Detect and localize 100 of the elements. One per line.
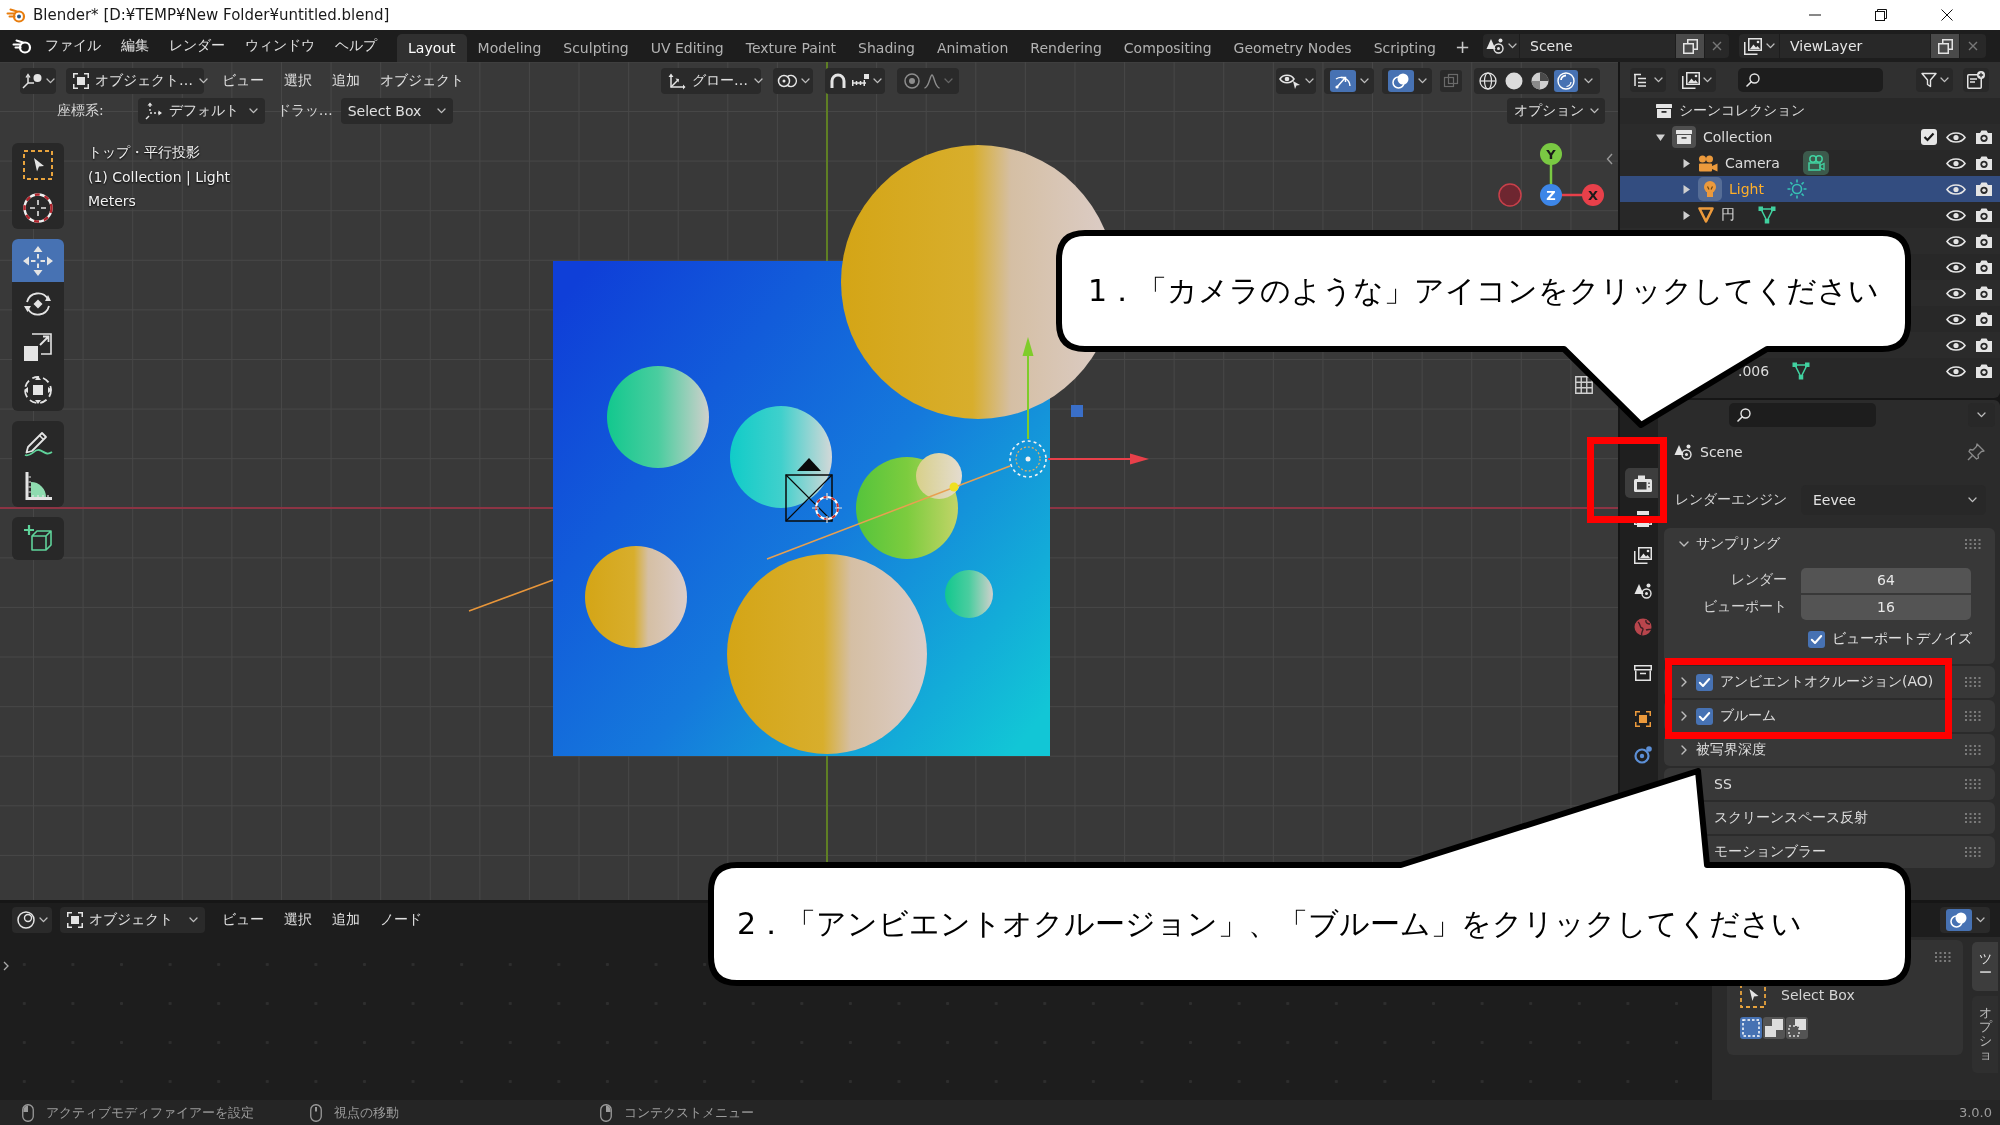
grid-icon[interactable] [1575, 376, 1593, 394]
properties-tab[interactable] [1625, 468, 1658, 498]
view-layer-name-field[interactable]: ViewLayer [1780, 34, 1930, 58]
overlay-toggle-button[interactable] [1940, 907, 1990, 933]
camera-icon[interactable] [1975, 181, 1993, 197]
checkbox[interactable] [1808, 630, 1825, 648]
sidebar-tab[interactable]: ツー [1972, 942, 1998, 991]
gizmo-arrows-icon[interactable] [1329, 70, 1356, 92]
overlay-toggle-button[interactable] [1382, 68, 1432, 94]
orientation-dropdown[interactable]: デフォルト [137, 98, 265, 124]
workspace-tab[interactable]: UV Editing [639, 34, 735, 62]
snap-toggle-button[interactable] [825, 68, 885, 94]
number-field[interactable]: 16 [1801, 594, 1971, 620]
shading-button[interactable] [1554, 70, 1578, 92]
scene-browse-button[interactable] [1483, 34, 1519, 58]
outliner-row[interactable]: Light [1620, 176, 2000, 202]
camera-object[interactable] [785, 458, 833, 522]
menu-item[interactable]: 追加 [322, 907, 370, 933]
panel-header[interactable]: SS [1664, 768, 1995, 800]
options-dropdown[interactable]: オプション [1507, 98, 1605, 124]
eye-icon[interactable] [1946, 260, 1966, 274]
number-field[interactable]: 64 [1801, 567, 1971, 593]
menu-item[interactable]: ビュー [212, 907, 274, 933]
filter-button[interactable] [1916, 68, 1953, 92]
light-object[interactable] [1009, 440, 1047, 478]
camera-icon[interactable] [1975, 129, 1993, 145]
eye-icon[interactable] [1946, 156, 1966, 170]
eye-icon[interactable] [1946, 130, 1966, 144]
workspace-tab[interactable]: Modeling [466, 34, 553, 62]
eye-icon[interactable] [1946, 338, 1966, 352]
camera-icon[interactable] [1975, 337, 1993, 353]
menu-item[interactable]: ファイル [35, 33, 111, 59]
menu-item[interactable]: レンダー [159, 33, 235, 59]
menu-item[interactable]: ビュー [212, 68, 274, 94]
checkbox[interactable] [1696, 707, 1713, 725]
add-workspace-button[interactable]: + [1446, 33, 1478, 59]
pivot-dropdown[interactable] [773, 68, 813, 94]
disclosure-triangle-icon[interactable] [1682, 184, 1691, 194]
chevron-right-icon[interactable] [3, 961, 9, 971]
menu-item[interactable]: ウィンドウ [235, 33, 325, 59]
camera-icon[interactable] [1975, 207, 1993, 223]
disclosure-triangle-icon[interactable] [1656, 132, 1665, 142]
selection-mode-button[interactable] [1786, 1017, 1808, 1039]
workspace-tab[interactable]: Texture Paint [734, 34, 848, 62]
axis-handle[interactable]: Z [1540, 184, 1562, 206]
selection-mode-button[interactable] [1740, 1017, 1762, 1039]
visibility-dropdown[interactable] [1276, 68, 1316, 94]
mode-dropdown[interactable]: オブジェクト [60, 907, 205, 933]
checkbox[interactable] [1921, 129, 1937, 145]
menu-item[interactable]: 追加 [322, 68, 370, 94]
camera-icon[interactable] [1975, 233, 1993, 249]
chevron-left-icon[interactable] [1606, 153, 1613, 165]
menu-item[interactable]: ノード [370, 907, 432, 933]
workspace-tab[interactable]: Animation [925, 34, 1020, 62]
workspace-tab[interactable]: Geometry Nodes [1222, 34, 1363, 62]
workspace-tab[interactable]: Rendering [1019, 34, 1113, 62]
proportional-edit-button[interactable] [897, 68, 959, 94]
scene-name-field[interactable]: Scene [1520, 34, 1675, 58]
new-collection-button[interactable] [1963, 68, 1989, 92]
menu-item[interactable]: ヘルプ [325, 33, 387, 59]
overlay-circles-icon[interactable] [1945, 909, 1972, 931]
eye-icon[interactable] [1946, 234, 1966, 248]
panel-header[interactable]: サンプリング [1664, 528, 1995, 560]
blender-logo-icon[interactable] [12, 38, 32, 54]
workspace-tab[interactable]: Sculpting [552, 34, 640, 62]
search-field[interactable] [1738, 68, 1883, 92]
gizmo-toggle-button[interactable] [1324, 68, 1374, 94]
checkbox[interactable] [1696, 673, 1713, 691]
overlay-circles-icon[interactable] [1387, 70, 1414, 92]
filter-layer-button[interactable] [1678, 68, 1716, 92]
new-scene-button[interactable] [1676, 34, 1704, 58]
view-layer-browse-button[interactable] [1739, 34, 1779, 58]
gizmo-handle[interactable] [1071, 405, 1083, 417]
panel-header[interactable]: アンビエントオクルージョン(AO) [1664, 666, 1995, 698]
delete-view-layer-button[interactable] [1960, 34, 1986, 58]
disclosure-triangle-icon[interactable] [1682, 158, 1691, 168]
disclosure-triangle-icon[interactable] [1682, 210, 1691, 220]
panel-header[interactable]: ブルーム [1664, 700, 1995, 732]
xray-squares-icon[interactable] [1440, 70, 1462, 92]
delete-scene-button[interactable] [1705, 34, 1729, 58]
workspace-tab[interactable]: Shading [847, 34, 926, 62]
orientation-dropdown[interactable]: グロー… [661, 68, 761, 94]
menu-item[interactable]: 編集 [111, 33, 159, 59]
menu-item[interactable]: 選択 [274, 907, 322, 933]
camera-icon[interactable] [1975, 285, 1993, 301]
camera-icon[interactable] [1975, 311, 1993, 327]
new-view-layer-button[interactable] [1931, 34, 1959, 58]
workspace-tab[interactable]: Compositing [1112, 34, 1223, 62]
tool-button[interactable] [12, 517, 64, 560]
camera-icon[interactable] [1975, 155, 1993, 171]
editor-type-button[interactable] [20, 68, 56, 94]
eye-icon[interactable] [1946, 286, 1966, 300]
shading-button[interactable] [1476, 70, 1500, 92]
eye-icon[interactable] [1946, 364, 1966, 378]
drag-dropdown[interactable]: Select Box [340, 98, 453, 124]
workspace-tab[interactable]: Scripting [1362, 34, 1447, 62]
eye-icon[interactable] [1946, 208, 1966, 222]
axis-handle[interactable] [1498, 183, 1522, 207]
gizmo-arrow[interactable] [1047, 453, 1149, 465]
selection-mode-button[interactable] [1763, 1017, 1785, 1039]
